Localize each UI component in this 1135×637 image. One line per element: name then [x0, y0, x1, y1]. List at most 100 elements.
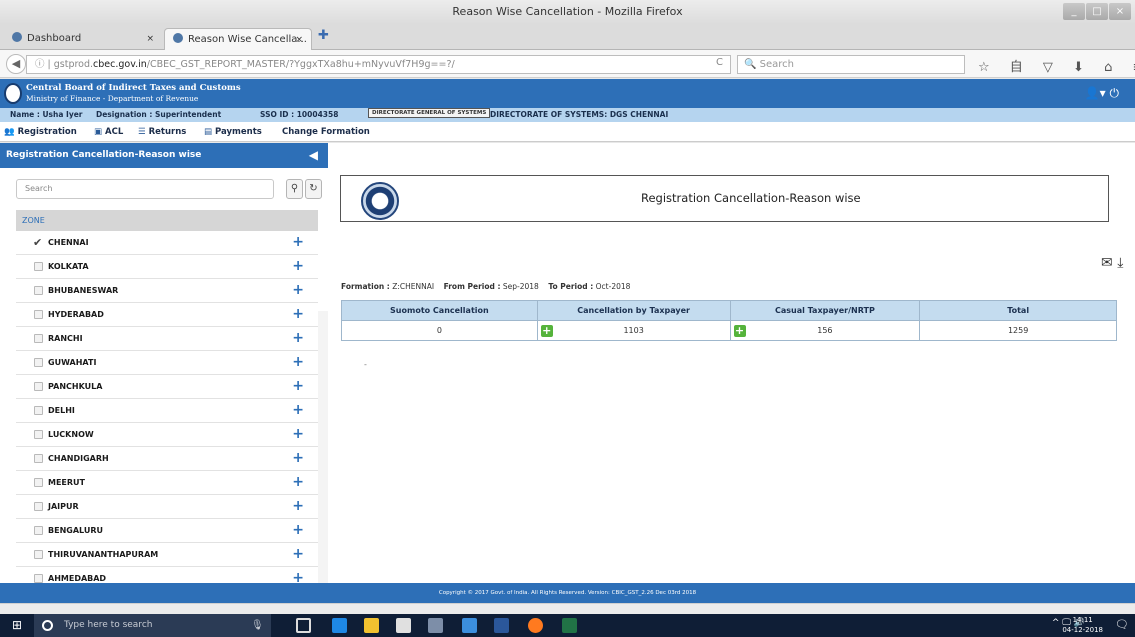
expand-plus-icon[interactable]: +: [292, 471, 304, 494]
collapse-arrow-icon[interactable]: ◀: [309, 143, 318, 168]
maximize-button[interactable]: □: [1086, 3, 1108, 20]
zone-row[interactable]: BENGALURU +: [16, 519, 318, 543]
browser-search-input[interactable]: 🔍 Search: [737, 55, 965, 74]
close-window-button[interactable]: ×: [1109, 3, 1131, 20]
expand-plus-icon[interactable]: +: [292, 423, 304, 446]
clock[interactable]: 14:11 04-12-2018: [1062, 615, 1103, 635]
zone-row[interactable]: KOLKATA +: [16, 255, 318, 279]
zone-checkbox[interactable]: [34, 430, 43, 439]
report-filters: Formation : Z:CHENNAI From Period : Sep-…: [341, 282, 630, 291]
zone-checkbox[interactable]: [34, 382, 43, 391]
email-icon[interactable]: ✉: [1101, 255, 1113, 271]
word-icon[interactable]: [494, 618, 509, 633]
zone-checkbox[interactable]: [34, 406, 43, 415]
horizontal-scrollbar[interactable]: [0, 603, 1135, 614]
zone-row[interactable]: GUWAHATI +: [16, 351, 318, 375]
url-bar[interactable]: ⓘ | gstprod.cbec.gov.in/CBEC_GST_REPORT_…: [26, 55, 731, 74]
from-period-value: Sep-2018: [502, 282, 539, 291]
expand-plus-icon[interactable]: +: [292, 567, 304, 583]
expand-plus-icon[interactable]: +: [292, 495, 304, 518]
menu-registration[interactable]: 👥 Registration: [4, 122, 77, 142]
checked-checkbox-icon[interactable]: ✔: [33, 231, 42, 254]
expand-plus-icon[interactable]: +: [292, 255, 304, 278]
zone-checkbox[interactable]: [34, 550, 43, 559]
window-title: Reason Wise Cancellation - Mozilla Firef…: [452, 5, 683, 18]
zone-search-input[interactable]: Search: [16, 179, 274, 199]
zone-checkbox[interactable]: [34, 526, 43, 535]
zone-row[interactable]: RANCHI +: [16, 327, 318, 351]
edge-icon[interactable]: [332, 618, 347, 633]
zone-row[interactable]: MEERUT +: [16, 471, 318, 495]
microphone-icon[interactable]: 🎙: [251, 620, 264, 631]
zone-label: KOLKATA: [48, 262, 89, 271]
expand-plus-icon[interactable]: +: [292, 447, 304, 470]
tab-dashboard[interactable]: Dashboard ×: [4, 28, 162, 50]
taskbar-search-input[interactable]: Type here to search: [34, 614, 271, 637]
zone-checkbox[interactable]: [34, 502, 43, 511]
zone-checkbox[interactable]: [34, 262, 43, 271]
app-icon[interactable]: [428, 618, 443, 633]
close-tab-icon[interactable]: ×: [146, 28, 154, 50]
expand-plus-icon[interactable]: +: [292, 519, 304, 542]
zone-checkbox[interactable]: [34, 310, 43, 319]
taxpayer-cell: +1103: [536, 320, 731, 341]
firefox-icon[interactable]: [528, 618, 543, 633]
zone-row[interactable]: BHUBANESWAR +: [16, 279, 318, 303]
excel-icon[interactable]: [562, 618, 577, 633]
expand-plus-icon[interactable]: +: [292, 231, 304, 254]
expand-plus-icon[interactable]: +: [292, 351, 304, 374]
tab-reason-wise-cancellation[interactable]: Reason Wise Cancella... ×: [164, 28, 312, 50]
zone-checkbox[interactable]: [34, 454, 43, 463]
zone-checkbox[interactable]: [34, 478, 43, 487]
notification-icon[interactable]: 🗨: [1115, 618, 1129, 631]
user-power-icons[interactable]: 👤▾ ⏻: [1085, 86, 1119, 101]
file-explorer-icon[interactable]: [364, 618, 379, 633]
sidebar-scrollbar[interactable]: [318, 311, 328, 583]
zone-checkbox[interactable]: [34, 286, 43, 295]
menu-payments[interactable]: ▤ Payments: [204, 122, 262, 142]
expand-plus-icon[interactable]: +: [292, 279, 304, 302]
internet-explorer-icon[interactable]: [462, 618, 477, 633]
favicon-icon: [173, 33, 183, 43]
zone-row[interactable]: AHMEDABAD +: [16, 567, 318, 583]
back-button[interactable]: ◀: [6, 54, 26, 74]
store-icon[interactable]: [396, 618, 411, 633]
new-tab-icon[interactable]: ✚: [318, 28, 329, 43]
expand-plus-icon[interactable]: +: [292, 543, 304, 566]
zone-checkbox[interactable]: [34, 574, 43, 583]
zone-checkbox[interactable]: [34, 334, 43, 343]
favicon-icon: [12, 32, 22, 42]
zone-row[interactable]: JAIPUR +: [16, 495, 318, 519]
zone-row[interactable]: CHANDIGARH +: [16, 447, 318, 471]
clock-time: 14:11: [1072, 616, 1093, 624]
zone-row[interactable]: LUCKNOW +: [16, 423, 318, 447]
expand-plus-icon[interactable]: +: [292, 303, 304, 326]
zone-label: CHENNAI: [48, 238, 89, 247]
menu-acl[interactable]: ▣ ACL: [94, 122, 123, 142]
browser-toolbar-icons[interactable]: ☆ 自 ▽ ⬇ ⌂ ≡: [978, 56, 1135, 75]
windows-start-icon[interactable]: ⊞: [12, 618, 22, 632]
expand-plus-icon[interactable]: +: [292, 327, 304, 350]
zone-row[interactable]: DELHI +: [16, 399, 318, 423]
zone-row[interactable]: PANCHKULA +: [16, 375, 318, 399]
minimize-button[interactable]: _: [1063, 3, 1085, 20]
close-tab-icon[interactable]: ×: [295, 29, 303, 50]
download-icon[interactable]: ⤓: [1117, 255, 1123, 271]
expand-plus-icon[interactable]: +: [292, 399, 304, 422]
url-prefix: ⓘ | gstprod.: [35, 59, 94, 70]
dgs-badge: DIRECTORATE GENERAL OF SYSTEMS: [368, 108, 491, 118]
zone-row[interactable]: ✔ CHENNAI +: [16, 231, 318, 255]
zone-row[interactable]: THIRUVANANTHAPURAM +: [16, 543, 318, 567]
zone-row[interactable]: HYDERABAD +: [16, 303, 318, 327]
expand-icon[interactable]: +: [540, 325, 553, 337]
expand-plus-icon[interactable]: +: [292, 375, 304, 398]
refresh-button[interactable]: ↻: [305, 179, 322, 199]
reload-icon[interactable]: C: [716, 57, 723, 68]
menu-change-formation[interactable]: Change Formation: [282, 122, 370, 142]
search-button[interactable]: ⚲: [286, 179, 303, 199]
menu-returns[interactable]: ☰ Returns: [138, 122, 186, 142]
task-view-icon[interactable]: [296, 618, 311, 633]
zone-checkbox[interactable]: [34, 358, 43, 367]
cell-value: 156: [817, 326, 833, 335]
expand-icon[interactable]: +: [733, 325, 746, 337]
